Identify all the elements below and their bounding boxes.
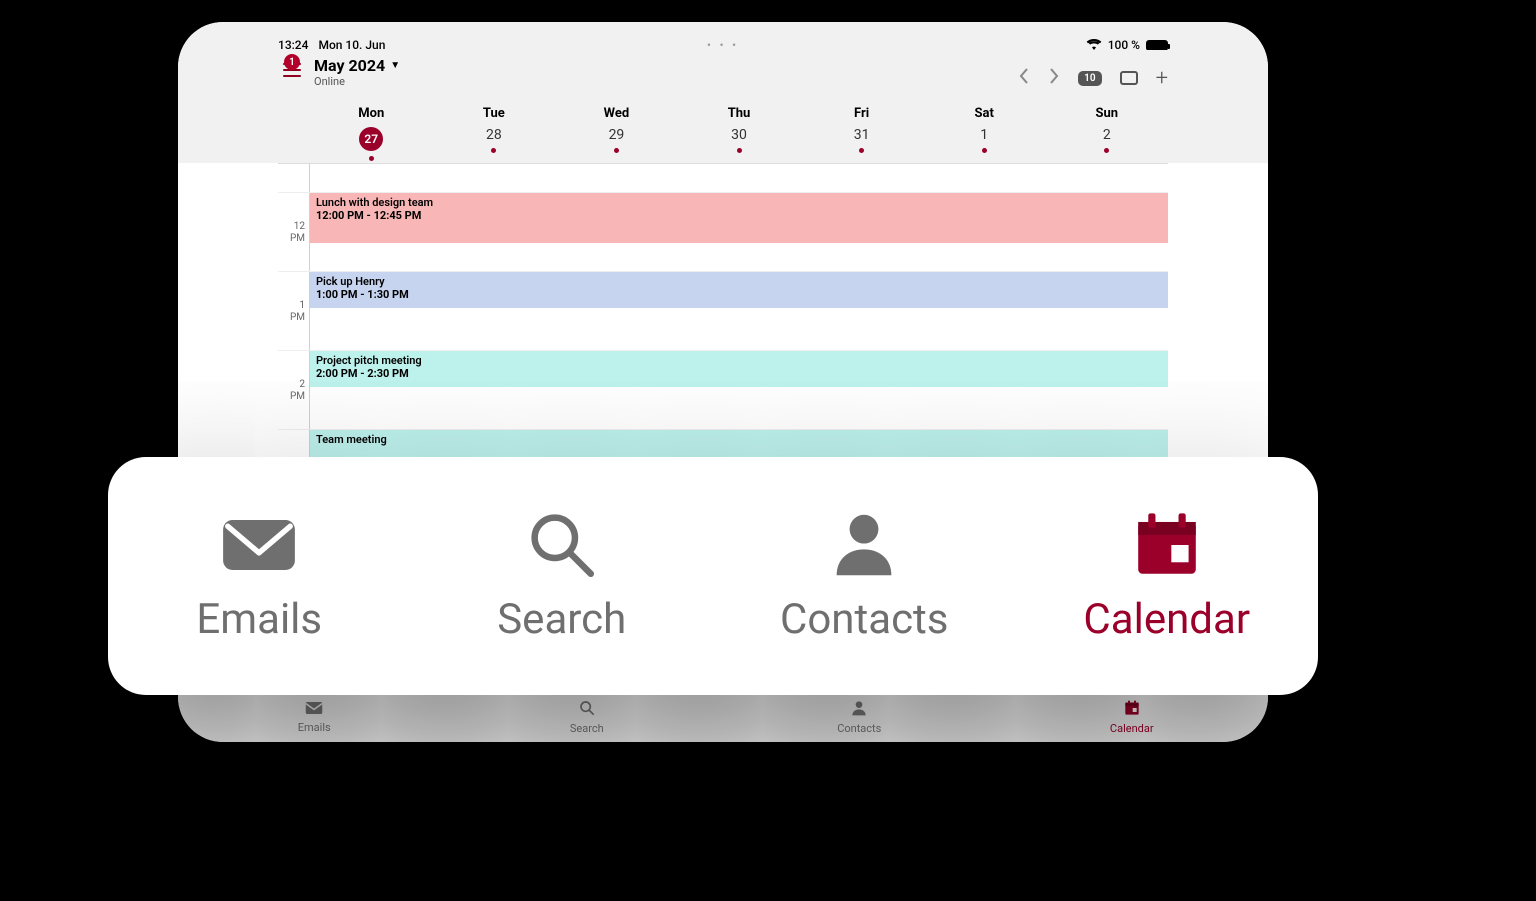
menu-button[interactable]: 1 <box>278 56 306 84</box>
event-dot <box>1104 148 1109 153</box>
hour-label: 2PM <box>278 351 310 429</box>
event-dot <box>491 148 496 153</box>
event-title: Pick up Henry <box>316 275 1162 288</box>
weekday-row: Mon 27 Tue 28 Wed 29 Thu 30 Fri 31 Sat 1 <box>178 100 1268 163</box>
tab-label: Emails <box>298 721 331 734</box>
person-icon <box>825 509 903 581</box>
status-subtitle: Online <box>314 75 400 88</box>
add-event-button[interactable]: + <box>1156 66 1168 91</box>
mail-icon <box>305 701 323 719</box>
day-col-tue[interactable]: Tue 28 <box>433 106 556 161</box>
event-time: 2:00 PM - 2:30 PM <box>316 367 1162 380</box>
day-num: 31 <box>800 127 923 143</box>
event-dot <box>982 148 987 153</box>
tab-label: Contacts <box>837 722 881 735</box>
event-title: Lunch with design team <box>316 196 1162 209</box>
event-dot <box>859 148 864 153</box>
tab-calendar[interactable]: Calendar <box>996 693 1269 742</box>
tab-label: Contacts <box>780 595 948 644</box>
menu-badge: 1 <box>284 54 300 70</box>
tab-label: Search <box>497 595 626 644</box>
mail-icon <box>220 509 298 581</box>
status-bar: 13:24 Mon 10. Jun • • • 100 % <box>178 22 1268 50</box>
day-col-sun[interactable]: Sun 2 <box>1045 106 1168 161</box>
big-tab-search[interactable]: Search <box>411 457 714 695</box>
calendar-icon <box>1128 509 1206 581</box>
event-block[interactable]: Pick up Henry 1:00 PM - 1:30 PM <box>310 272 1168 308</box>
event-dot <box>369 156 374 161</box>
view-toggle-button[interactable] <box>1120 71 1138 85</box>
big-tab-emails[interactable]: Emails <box>108 457 411 695</box>
day-col-sat[interactable]: Sat 1 <box>923 106 1046 161</box>
big-tab-calendar[interactable]: Calendar <box>1016 457 1319 695</box>
search-icon <box>523 509 601 581</box>
month-picker[interactable]: May 2024 ▼ <box>314 56 400 75</box>
event-time: 12:00 PM - 12:45 PM <box>316 209 1162 222</box>
day-name: Sat <box>923 106 1046 121</box>
event-block[interactable]: Lunch with design team 12:00 PM - 12:45 … <box>310 193 1168 243</box>
event-block[interactable]: Project pitch meeting 2:00 PM - 2:30 PM <box>310 351 1168 387</box>
tab-emails[interactable]: Emails <box>178 693 451 742</box>
month-title: May 2024 <box>314 56 385 75</box>
hour-label: 12PM <box>278 193 310 271</box>
big-tab-contacts[interactable]: Contacts <box>713 457 1016 695</box>
tab-label: Calendar <box>1110 722 1154 735</box>
calendar-header: 1 May 2024 ▼ Online 10 + <box>178 50 1268 100</box>
day-num: 1 <box>923 127 1046 143</box>
event-title: Team meeting <box>316 433 1162 446</box>
day-num: 30 <box>678 127 801 143</box>
day-num: 29 <box>555 127 678 143</box>
day-num: 2 <box>1045 127 1168 143</box>
day-name: Wed <box>555 106 678 121</box>
day-col-thu[interactable]: Thu 30 <box>678 106 801 161</box>
day-num: 28 <box>433 127 556 143</box>
day-name: Fri <box>800 106 923 121</box>
tab-search[interactable]: Search <box>451 693 724 742</box>
event-dot <box>737 148 742 153</box>
event-title: Project pitch meeting <box>316 354 1162 367</box>
day-col-mon[interactable]: Mon 27 <box>310 106 433 161</box>
day-name: Tue <box>433 106 556 121</box>
next-button[interactable] <box>1048 68 1060 88</box>
day-col-fri[interactable]: Fri 31 <box>800 106 923 161</box>
day-name: Sun <box>1045 106 1168 121</box>
battery-icon <box>1146 40 1168 51</box>
day-col-wed[interactable]: Wed 29 <box>555 106 678 161</box>
tab-contacts[interactable]: Contacts <box>723 693 996 742</box>
chevron-down-icon: ▼ <box>390 60 400 71</box>
search-icon <box>579 700 595 720</box>
event-time: 1:00 PM - 1:30 PM <box>316 288 1162 301</box>
today-badge[interactable]: 10 <box>1078 71 1101 86</box>
prev-button[interactable] <box>1018 68 1030 88</box>
bottom-tab-bar: Emails Search Contacts Calendar <box>178 692 1268 742</box>
tab-label: Calendar <box>1083 595 1250 644</box>
hour-label: 1PM <box>278 272 310 350</box>
tab-bar-zoom-card: Emails Search Contacts Calendar <box>108 457 1318 695</box>
day-num: 27 <box>359 127 383 151</box>
day-name: Mon <box>310 106 433 121</box>
tab-label: Search <box>570 722 604 735</box>
event-dot <box>614 148 619 153</box>
day-name: Thu <box>678 106 801 121</box>
tab-label: Emails <box>196 595 322 644</box>
person-icon <box>851 700 867 720</box>
calendar-icon <box>1124 700 1140 720</box>
